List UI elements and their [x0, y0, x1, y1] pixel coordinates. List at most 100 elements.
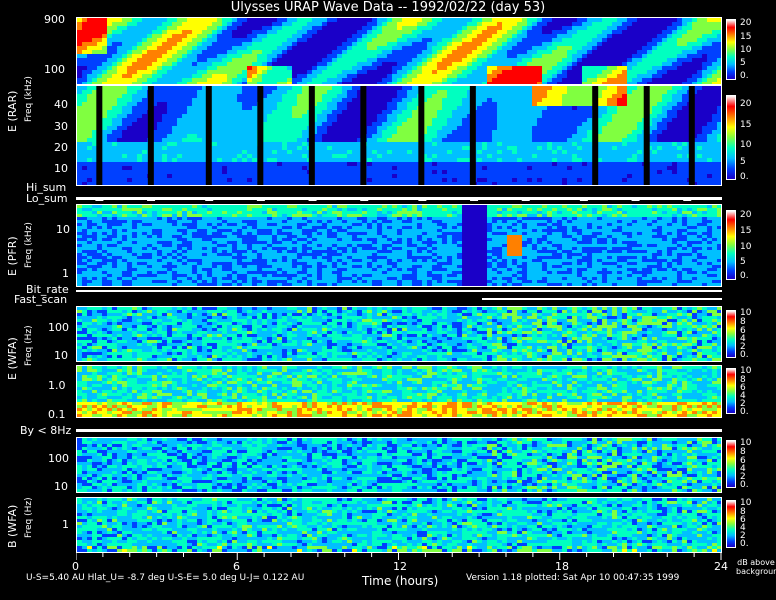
rar-low-cell	[637, 98, 642, 102]
rar-low-cell	[327, 134, 332, 138]
rar-low-cell	[187, 166, 192, 170]
rar-low-cell	[287, 154, 292, 158]
rar-high-cell	[587, 38, 592, 42]
rar-high-cell	[277, 50, 282, 54]
rar-high-cell	[702, 78, 707, 82]
rar-high-cell	[357, 78, 362, 82]
rar-high-cell	[512, 30, 517, 34]
rar-low-cell	[217, 138, 222, 142]
rar-high-cell	[602, 78, 607, 82]
rar-high-cell	[92, 38, 97, 42]
rar-low-cell	[627, 158, 632, 162]
rar-low-cell	[617, 98, 622, 102]
rar-high-cell	[327, 38, 332, 42]
rar-high-cell	[77, 50, 82, 54]
rar-high-cell	[627, 78, 632, 82]
rar-high-cell	[507, 50, 512, 54]
rar-high-cell	[627, 42, 632, 46]
rar-low-cell	[157, 90, 162, 94]
rar-high-cell	[297, 82, 302, 84]
rar-high-cell	[182, 38, 187, 42]
rar-low-cell	[212, 122, 217, 126]
rar-high-cell	[182, 18, 187, 22]
rar-low-cell	[672, 94, 677, 98]
rar-low-cell	[387, 142, 392, 146]
rar-low-cell	[632, 118, 637, 122]
rar-high-cell	[372, 34, 377, 38]
rar-low-cell	[242, 170, 247, 174]
rar-high-cell	[707, 42, 712, 46]
rar-high-cell	[197, 34, 202, 38]
rar-low-cell	[157, 102, 162, 106]
rar-low-cell	[92, 170, 97, 174]
rar-high-cell	[177, 82, 182, 84]
rar-high-cell	[287, 42, 292, 46]
rar-low-cell	[107, 106, 112, 110]
rar-high-cell	[502, 82, 507, 84]
rar-high-cell	[567, 74, 572, 78]
rar-low-cell	[607, 134, 612, 138]
rar-high-cell	[357, 18, 362, 22]
rar-low-cell	[117, 122, 122, 126]
rar-low-cell	[607, 146, 612, 150]
rar-low-cell	[122, 110, 127, 114]
rar-low-cell	[267, 146, 272, 150]
rar-high-cell	[77, 82, 82, 84]
rar-high-cell	[642, 46, 647, 50]
rar-low-cell	[192, 138, 197, 142]
rar-low-cell	[607, 138, 612, 142]
rar-high-cell	[417, 22, 422, 26]
rar-high-cell	[412, 34, 417, 38]
rar-low-cell	[112, 98, 117, 102]
rar-low-cell	[272, 94, 277, 98]
rar-high-cell	[507, 18, 512, 22]
rar-high-cell	[282, 54, 287, 58]
rar-low-cell	[352, 166, 357, 170]
rar-high-cell	[467, 74, 472, 78]
rar-high-cell	[512, 74, 517, 78]
rar-high-cell	[527, 22, 532, 26]
rar-high-cell	[197, 30, 202, 34]
rar-low-cell	[717, 98, 721, 102]
rar-high-cell	[247, 78, 252, 82]
rar-high-cell	[317, 18, 322, 22]
rar-high-cell	[132, 66, 137, 70]
rar-low-cell	[127, 134, 132, 138]
rar-low-cell	[612, 102, 617, 106]
rar-low-cell	[282, 134, 287, 138]
rar-high-cell	[647, 30, 652, 34]
rar-low-cell	[652, 98, 657, 102]
rar-low-cell	[412, 150, 417, 154]
rar-high-cell	[247, 54, 252, 58]
rar-high-cell	[217, 74, 222, 78]
rar-low-cell	[267, 142, 272, 146]
rar-high-cell	[82, 74, 87, 78]
rar-low-cell	[707, 142, 712, 146]
rar-high-cell	[232, 62, 237, 66]
rar-high-cell	[632, 38, 637, 42]
rar-high-cell	[562, 70, 567, 74]
rar-low-cell	[487, 94, 492, 98]
rar-low-cell	[572, 162, 577, 166]
rar-high-cell	[107, 82, 112, 84]
rar-low-cell	[537, 122, 542, 126]
rar-high-cell	[557, 82, 562, 84]
rar-high-cell	[407, 58, 412, 62]
rar-low-cell	[397, 170, 402, 174]
rar-low-cell	[127, 138, 132, 142]
rar-low-cell	[372, 86, 377, 90]
rar-high-cell	[637, 66, 642, 70]
rar-low-cell	[627, 162, 632, 166]
rar-low-cell	[127, 146, 132, 150]
rar-low-cell	[547, 134, 552, 138]
rar-low-cell	[182, 118, 187, 122]
rar-high-cell	[142, 34, 147, 38]
rar-high-cell	[377, 46, 382, 50]
rar-high-cell	[672, 46, 677, 50]
rar-low-cell	[457, 166, 462, 170]
rar-low-cell	[612, 166, 617, 170]
rar-low-cell	[697, 118, 702, 122]
rar-low-cell	[482, 86, 487, 90]
rar-high-cell	[632, 78, 637, 82]
rar-low-cell	[577, 98, 582, 102]
